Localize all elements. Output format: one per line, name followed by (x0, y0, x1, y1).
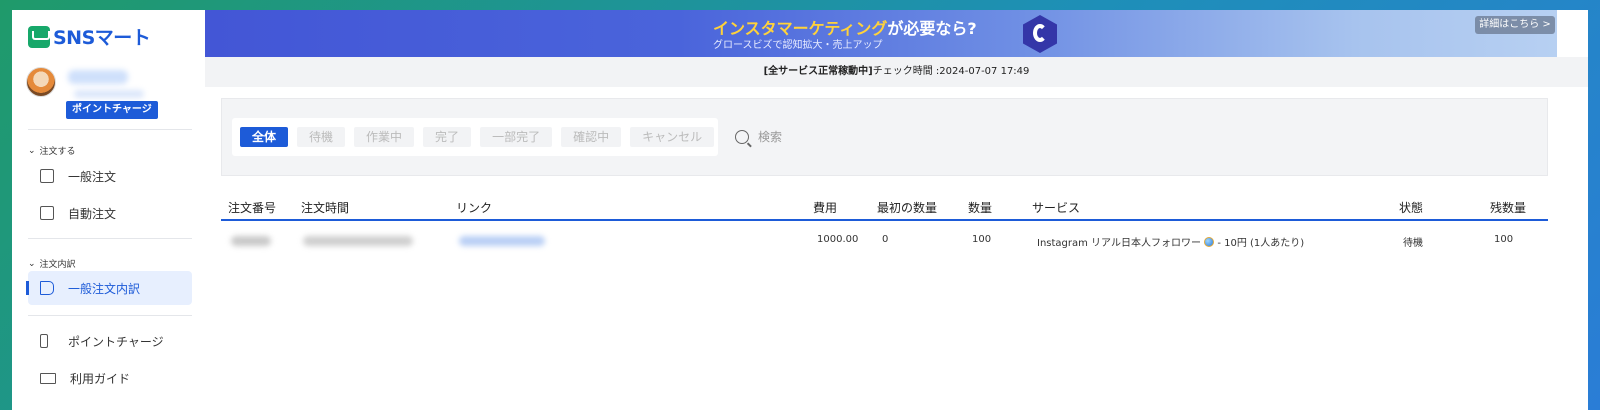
table-header: 注文番号 注文時間 リンク 費用 最初の数量 数量 サービス 状態 残数量 (221, 193, 1548, 221)
globe-icon (1204, 237, 1215, 247)
col-service: サービス (1032, 201, 1081, 215)
sidebar-item-label: ポイントチャージ (68, 334, 164, 349)
col-start-count: 最初の数量 (877, 201, 938, 215)
chevron-down-icon: ⌄ (28, 258, 36, 269)
tab-all[interactable]: 全体 (240, 127, 289, 147)
status-label: [全サービス正常稼動中] (763, 66, 873, 77)
sidebar-item-guide[interactable]: 利用ガイド (28, 361, 192, 395)
search-label: 検索 (758, 130, 783, 144)
divider (28, 129, 192, 130)
service-price: - 10円 (1人あたり) (1214, 238, 1305, 249)
cart-icon (28, 25, 50, 48)
sidebar-item-auto-order[interactable]: 自動注文 (28, 196, 192, 230)
avatar[interactable] (26, 67, 56, 97)
sidebar: SNSマート ポイントチャージ ⌄ 注文する 一般注文 自動注文 ⌄ 注文内訳 … (12, 10, 208, 410)
tab-in-progress[interactable]: 作業中 (354, 127, 415, 147)
search-button[interactable]: 検索 (735, 128, 782, 145)
service-status-bar: [全サービス正常稼動中]チェック時間 :2024-07-07 17:49 (205, 57, 1588, 87)
auto-order-icon (40, 206, 54, 220)
sidebar-item-label: 利用ガイド (70, 371, 131, 386)
divider (28, 238, 192, 239)
growthbiz-logo-icon (1023, 15, 1057, 53)
cell-remains: 100 (1494, 234, 1514, 245)
table-row[interactable]: 1000.00 0 100 Instagram リアル日本人フォロワー - 10… (221, 221, 1548, 261)
sidebar-item-label: 自動注文 (68, 206, 117, 221)
col-order-number: 注文番号 (228, 201, 277, 215)
col-cost: 費用 (813, 201, 838, 215)
sidebar-item-point-charge[interactable]: ポイントチャージ (28, 324, 192, 358)
search-icon (735, 129, 749, 144)
status-tabs: 全体 待機 作業中 完了 一部完了 確認中 キャンセル (232, 118, 718, 156)
tab-checking[interactable]: 確認中 (561, 127, 622, 147)
col-status: 状態 (1399, 201, 1424, 215)
sidebar-item-label: 一般注文 (68, 169, 117, 184)
cell-status: 待機 (1403, 238, 1423, 249)
banner-title-rest: が必要なら? (887, 19, 977, 38)
logo[interactable]: SNSマート (28, 23, 151, 50)
banner-subtitle: グロースビズで認知拡大・売上アップ (713, 40, 883, 51)
active-indicator (26, 281, 29, 295)
tab-pending[interactable]: 待機 (297, 127, 346, 147)
cell-quantity: 100 (972, 234, 992, 245)
point-icon (40, 334, 48, 348)
order-number-redacted (231, 236, 271, 246)
tab-canceled[interactable]: キャンセル (630, 127, 715, 147)
app-window: SNSマート ポイントチャージ ⌄ 注文する 一般注文 自動注文 ⌄ 注文内訳 … (12, 10, 1588, 410)
book-icon (40, 372, 56, 384)
tab-completed[interactable]: 完了 (423, 127, 472, 147)
orders-table: 注文番号 注文時間 リンク 費用 最初の数量 数量 サービス 状態 残数量 10… (221, 193, 1548, 261)
col-order-time: 注文時間 (301, 201, 350, 215)
logo-text: SNSマート (53, 27, 151, 49)
user-info-redacted (74, 90, 144, 98)
document-icon (40, 281, 54, 295)
section-order-label: 注文する (39, 147, 76, 157)
sidebar-item-label: 一般注文内訳 (68, 281, 141, 296)
section-order-history[interactable]: ⌄ 注文内訳 (28, 257, 76, 271)
col-link: リンク (456, 201, 493, 215)
cell-cost: 1000.00 (817, 234, 859, 245)
banner-details-button[interactable]: 詳細はこちら > (1475, 16, 1555, 34)
cell-service: Instagram リアル日本人フォロワー - 10円 (1人あたり) (1037, 234, 1304, 249)
tab-partial[interactable]: 一部完了 (480, 127, 553, 147)
promo-banner[interactable]: インスタマーケティングが必要なら? グロースビズで認知拡大・売上アップ 詳細はこ… (205, 10, 1557, 57)
chevron-down-icon: ⌄ (28, 145, 36, 156)
section-order-history-label: 注文内訳 (39, 260, 76, 270)
order-icon (40, 169, 54, 183)
status-check-time: チェック時間 :2024-07-07 17:49 (872, 66, 1030, 77)
cell-start-count: 0 (882, 234, 889, 245)
main-content: インスタマーケティングが必要なら? グロースビズで認知拡大・売上アップ 詳細はこ… (205, 10, 1588, 410)
col-quantity: 数量 (968, 201, 993, 215)
username-redacted (68, 70, 128, 84)
order-link-redacted[interactable] (459, 236, 545, 246)
order-time-redacted (303, 236, 413, 246)
divider (28, 315, 192, 316)
sidebar-item-general-order-history[interactable]: 一般注文内訳 (28, 271, 192, 305)
point-charge-badge[interactable]: ポイントチャージ (66, 101, 158, 119)
section-order[interactable]: ⌄ 注文する (28, 144, 76, 158)
col-remains: 残数量 (1490, 201, 1527, 215)
service-name: Instagram リアル日本人フォロワー (1037, 238, 1201, 249)
filter-panel: 全体 待機 作業中 完了 一部完了 確認中 キャンセル 検索 (221, 98, 1548, 176)
sidebar-item-general-order[interactable]: 一般注文 (28, 159, 192, 193)
